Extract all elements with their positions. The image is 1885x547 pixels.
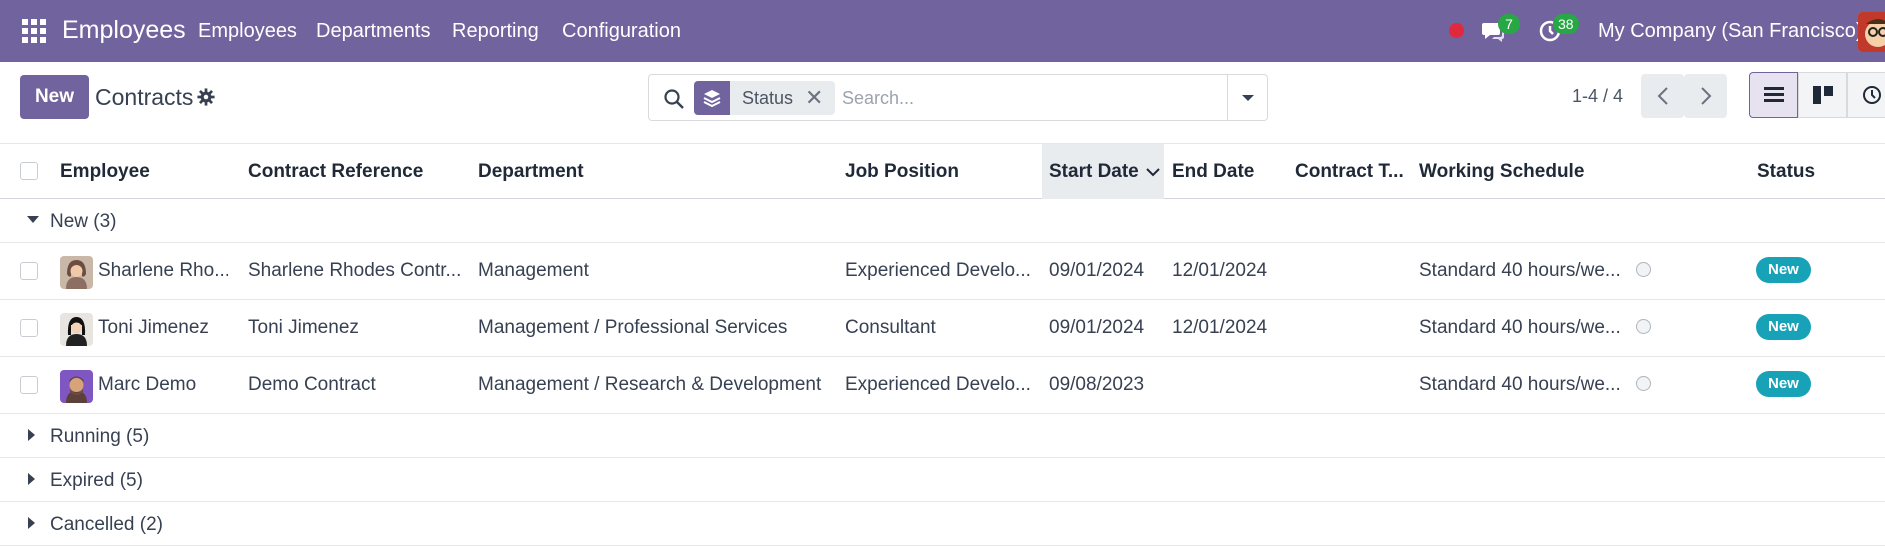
cell-job-position: Experienced Develo... — [845, 374, 1031, 395]
state-indicator[interactable] — [1636, 319, 1651, 334]
messages-count-badge: 7 — [1498, 14, 1520, 34]
cell-job-position: Consultant — [845, 317, 936, 338]
table-row[interactable]: Marc Demo Demo Contract Management / Res… — [0, 357, 1885, 414]
facet-close-icon[interactable]: ✕ — [805, 87, 835, 109]
cell-employee: Marc Demo — [98, 374, 197, 395]
cell-department: Management / Research & Development — [478, 374, 822, 395]
caret-right-icon — [28, 473, 35, 485]
column-start-date[interactable]: Start Date — [1042, 144, 1164, 199]
group-label: New (3) — [50, 211, 117, 232]
group-label: Expired (5) — [50, 470, 143, 491]
group-by-layers-icon — [694, 81, 730, 115]
kanban-view-button[interactable] — [1798, 72, 1847, 118]
row-checkbox[interactable] — [20, 319, 38, 337]
activity-view-button[interactable] — [1847, 72, 1885, 118]
cell-reference: Toni Jimenez — [248, 317, 359, 338]
clock-icon — [1862, 86, 1881, 104]
status-badge: New — [1756, 314, 1811, 340]
group-row-running[interactable]: Running (5) — [0, 414, 1885, 458]
facet-label: Status — [742, 87, 794, 108]
status-badge: New — [1756, 371, 1811, 397]
pager-previous-button[interactable] — [1641, 74, 1684, 118]
menu-employees[interactable]: Employees — [198, 20, 297, 43]
recording-indicator-icon[interactable] — [1449, 23, 1464, 38]
menu-reporting[interactable]: Reporting — [452, 20, 539, 43]
cell-reference: Sharlene Rhodes Contr... — [248, 260, 462, 281]
caret-right-icon — [28, 517, 35, 529]
cell-department: Management / Professional Services — [478, 317, 788, 338]
cell-department: Management — [478, 260, 589, 281]
cell-working-schedule: Standard 40 hours/we... — [1419, 374, 1621, 395]
search-options-toggle[interactable] — [1227, 75, 1267, 120]
chevron-left-icon — [1657, 87, 1668, 105]
cell-start-date: 09/01/2024 — [1049, 317, 1145, 338]
column-status[interactable]: Status — [1757, 144, 1815, 199]
chevron-right-icon — [1700, 87, 1711, 105]
column-start-date-label: Start Date — [1049, 161, 1139, 182]
activities-count-badge: 38 — [1553, 14, 1579, 34]
table-row[interactable]: Toni Jimenez Toni Jimenez Management / P… — [0, 300, 1885, 357]
search-panel: Status ✕ — [648, 74, 1268, 121]
column-end-date[interactable]: End Date — [1172, 144, 1254, 199]
column-contract-reference[interactable]: Contract Reference — [248, 144, 423, 199]
cell-employee: Toni Jimenez — [98, 317, 209, 338]
pager-value[interactable]: 1-4 / 4 — [1572, 86, 1623, 107]
state-indicator[interactable] — [1636, 376, 1651, 391]
list-icon — [1763, 87, 1784, 102]
top-navbar: Employees Employees Departments Reportin… — [0, 0, 1885, 62]
row-checkbox[interactable] — [20, 262, 38, 280]
user-avatar[interactable] — [1858, 12, 1885, 52]
group-row-cancelled[interactable]: Cancelled (2) — [0, 502, 1885, 546]
select-all-checkbox[interactable] — [20, 162, 38, 180]
gear-icon[interactable] — [197, 88, 215, 106]
column-employee[interactable]: Employee — [60, 144, 150, 199]
app-brand[interactable]: Employees — [62, 16, 186, 45]
group-row-expired[interactable]: Expired (5) — [0, 458, 1885, 502]
row-checkbox[interactable] — [20, 376, 38, 394]
caret-right-icon — [28, 429, 35, 441]
employee-avatar — [60, 313, 93, 346]
kanban-icon — [1812, 86, 1833, 104]
company-switcher[interactable]: My Company (San Francisco) — [1598, 20, 1863, 43]
group-label: Cancelled (2) — [50, 514, 163, 535]
caret-down-icon — [1241, 94, 1254, 101]
cell-start-date: 09/08/2023 — [1049, 374, 1145, 395]
column-department[interactable]: Department — [478, 144, 584, 199]
caret-down-icon — [27, 216, 39, 223]
column-contract-type[interactable]: Contract T... — [1295, 144, 1404, 199]
status-badge: New — [1756, 257, 1811, 283]
column-job-position[interactable]: Job Position — [845, 144, 959, 199]
menu-departments[interactable]: Departments — [316, 20, 431, 43]
cell-reference: Demo Contract — [248, 374, 376, 395]
sort-desc-icon — [1146, 168, 1160, 177]
employee-avatar — [60, 370, 93, 403]
search-input[interactable] — [842, 83, 1222, 113]
table-row[interactable]: Sharlene Rho... Sharlene Rhodes Contr...… — [0, 243, 1885, 300]
new-button[interactable]: New — [20, 75, 89, 119]
cell-employee: Sharlene Rho... — [98, 260, 228, 281]
state-indicator[interactable] — [1636, 262, 1651, 277]
search-facet: Status ✕ — [694, 81, 836, 115]
search-icon[interactable] — [663, 88, 685, 110]
cell-end-date: 12/01/2024 — [1172, 260, 1268, 281]
table-header: Employee Contract Reference Department J… — [0, 143, 1885, 199]
cell-job-position: Experienced Develo... — [845, 260, 1031, 281]
apps-grid-icon[interactable] — [22, 19, 46, 43]
list-view-button[interactable] — [1749, 72, 1798, 118]
menu-configuration[interactable]: Configuration — [562, 20, 681, 43]
cell-start-date: 09/01/2024 — [1049, 260, 1145, 281]
pager-next-button[interactable] — [1684, 74, 1727, 118]
employee-avatar — [60, 256, 93, 289]
cell-end-date: 12/01/2024 — [1172, 317, 1268, 338]
cell-working-schedule: Standard 40 hours/we... — [1419, 317, 1621, 338]
page-title: Contracts — [95, 84, 194, 110]
column-working-schedule[interactable]: Working Schedule — [1419, 144, 1584, 199]
group-label: Running (5) — [50, 426, 150, 447]
cell-working-schedule: Standard 40 hours/we... — [1419, 260, 1621, 281]
group-row-new[interactable]: New (3) — [0, 199, 1885, 243]
